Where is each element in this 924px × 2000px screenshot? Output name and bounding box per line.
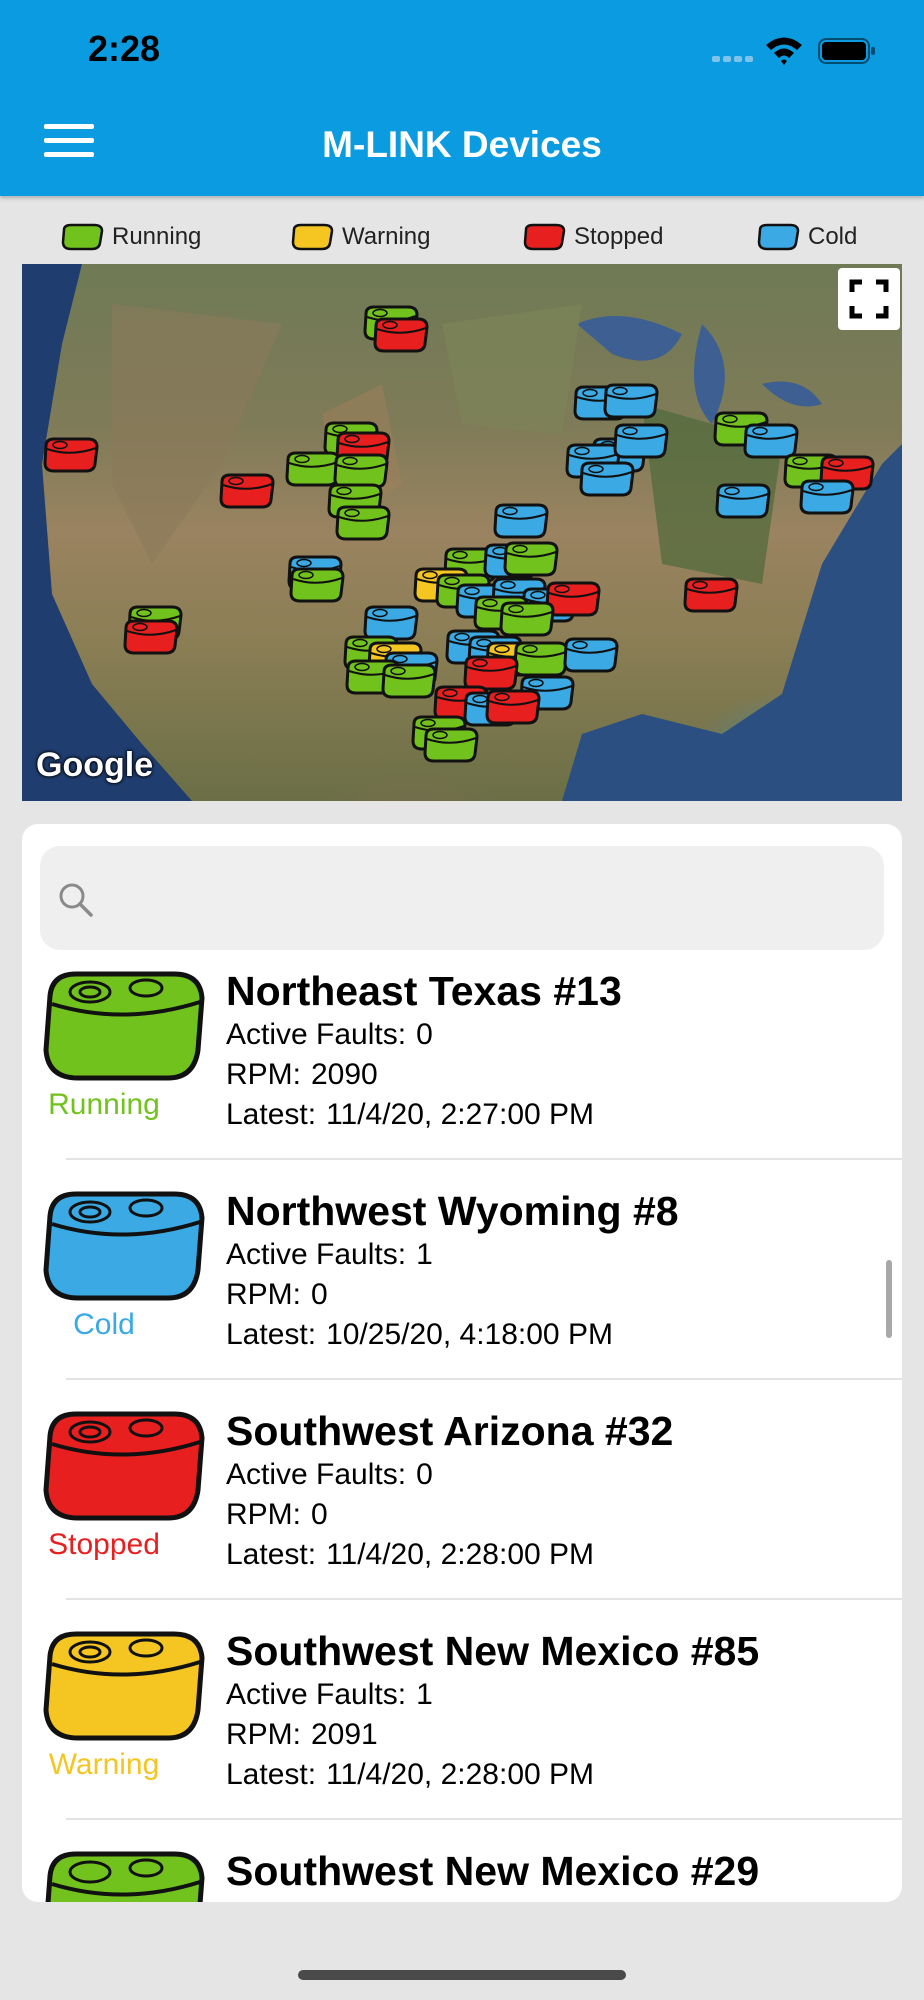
stopped-device-marker[interactable] [218,472,276,510]
running-device-icon [45,1851,205,1902]
cold-device-marker[interactable] [562,636,620,674]
device-status-label: Stopped [48,1528,160,1561]
latest-value: 11/4/20, 2:28:00 PM [326,1538,595,1571]
rpm: RPM: 0 [226,1278,328,1311]
warning-device-icon [291,223,334,251]
list-item[interactable]: Warning Southwest New Mexico #85 Active … [22,1624,902,1844]
running-device-icon [61,223,104,251]
cold-device-marker[interactable] [612,422,670,460]
stopped-device-marker[interactable] [122,618,180,656]
list-item[interactable]: Southwest New Mexico #29 [22,1844,902,1902]
running-device-icon [43,971,205,1081]
app-header: 2:28 M-LINK Devices [0,0,924,196]
fullscreen-icon [849,279,889,319]
wifi-icon [766,37,802,65]
device-map[interactable]: Google [22,264,902,801]
legend-item-cold: Cold [756,212,857,262]
rpm-value: 0 [311,1278,328,1311]
fullscreen-button[interactable] [838,268,900,330]
map-attribution: Google [36,746,154,784]
legend-item-stopped: Stopped [522,212,663,262]
latest-value: 11/4/20, 2:27:00 PM [326,1098,595,1131]
device-status-label: Cold [73,1308,135,1341]
device-list-panel: Running Northeast Texas #13 Active Fault… [22,824,902,1902]
running-device-marker[interactable] [498,600,556,638]
device-name: Southwest New Mexico #29 [226,1848,760,1894]
stopped-device-marker[interactable] [372,316,430,354]
running-device-marker[interactable] [380,662,438,700]
active-faults-value: 1 [416,1678,433,1711]
device-status-label: Running [48,1088,160,1121]
legend-label: Cold [808,223,858,250]
rpm-value: 2091 [311,1718,378,1751]
legend-label: Running [112,223,202,250]
active-faults: Active Faults: 1 [226,1238,433,1271]
latest-update: Latest: 11/4/20, 2:28:00 PM [226,1758,595,1791]
divider [66,1818,902,1820]
legend-label: Stopped [574,223,664,250]
stopped-device-icon [43,1411,205,1521]
cold-device-marker[interactable] [578,460,636,498]
search-bar[interactable] [40,846,884,950]
active-faults-value: 0 [416,1018,433,1051]
battery-icon [818,38,875,64]
latest-value: 11/4/20, 2:28:00 PM [326,1758,595,1791]
rpm-value: 2090 [311,1058,378,1091]
stopped-device-icon [523,223,566,251]
list-item[interactable]: Stopped Southwest Arizona #32 Active Fau… [22,1404,902,1624]
home-indicator[interactable] [298,1970,626,1980]
cold-device-marker[interactable] [602,382,660,420]
latest-update: Latest: 11/4/20, 2:27:00 PM [226,1098,595,1131]
rpm: RPM: 2090 [226,1058,378,1091]
page-title: M-LINK Devices [322,124,602,165]
running-device-marker[interactable] [502,540,560,578]
latest-update: Latest: 11/4/20, 2:28:00 PM [226,1538,595,1571]
device-name: Southwest New Mexico #85 [226,1628,760,1674]
status-time: 2:28 [88,28,161,69]
running-device-marker[interactable] [334,504,392,542]
divider [66,1158,902,1160]
warning-device-icon [43,1631,205,1741]
active-faults: Active Faults: 1 [226,1678,433,1711]
active-faults: Active Faults: 0 [226,1458,433,1491]
device-name: Northeast Texas #13 [226,968,622,1014]
search-input[interactable] [110,870,864,928]
divider [66,1598,902,1600]
stopped-device-marker[interactable] [682,576,740,614]
cold-device-icon [757,223,800,251]
cold-device-marker[interactable] [714,482,772,520]
active-faults-value: 1 [416,1238,433,1271]
rpm-value: 0 [311,1498,328,1531]
device-status-label: Warning [48,1748,160,1781]
latest-value: 10/25/20, 4:18:00 PM [326,1318,613,1351]
running-device-marker[interactable] [422,726,480,764]
rpm: RPM: 0 [226,1498,328,1531]
legend-item-running: Running [60,212,201,262]
active-faults: Active Faults: 0 [226,1018,433,1051]
cold-device-marker[interactable] [492,502,550,540]
latest-update: Latest: 10/25/20, 4:18:00 PM [226,1318,613,1351]
divider [66,1378,902,1380]
legend-item-warning: Warning [290,212,430,262]
rpm: RPM: 2091 [226,1718,378,1751]
search-icon [59,883,93,917]
device-name: Southwest Arizona #32 [226,1408,674,1454]
active-faults-value: 0 [416,1458,433,1491]
cold-device-marker[interactable] [798,478,856,516]
list-item[interactable]: Running Northeast Texas #13 Active Fault… [22,964,902,1184]
legend-label: Warning [342,223,431,250]
list-item[interactable]: Cold Northwest Wyoming #8 Active Faults:… [22,1184,902,1404]
map-markers [22,264,902,801]
cellular-signal-icon [712,56,753,62]
running-device-marker[interactable] [288,566,346,604]
stopped-device-marker[interactable] [42,436,100,474]
cold-device-icon [43,1191,205,1301]
stopped-device-marker[interactable] [484,688,542,726]
scrollbar[interactable] [886,1260,892,1338]
status-legend: Running Warning Stopped Cold [0,212,924,262]
device-name: Northwest Wyoming #8 [226,1188,679,1234]
device-list[interactable]: Running Northeast Texas #13 Active Fault… [22,964,902,1902]
